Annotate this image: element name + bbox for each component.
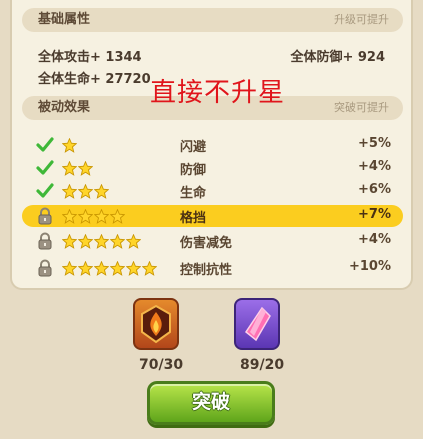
lock-icon [36,232,54,250]
star-icon [109,232,126,250]
effect-value: +4% [358,232,391,247]
star-icon [109,207,126,225]
effect-name: 闪避 [180,140,207,155]
star-icon [77,182,94,200]
purple-crystal-item[interactable] [234,298,280,350]
star-icon [77,232,94,250]
defense-stat: 全体防御+ 924 [290,50,385,65]
hp-stat: 全体生命+ 27720 [38,72,151,87]
base-attributes-hint: 升级可提升 [334,13,389,26]
star-icon [109,259,126,277]
effect-value: +10% [348,259,391,274]
attack-stat: 全体攻击+ 1344 [38,50,142,65]
star-icon [141,259,158,277]
effect-name: 格挡 [180,211,207,226]
base-attributes-title: 基础属性 [38,12,91,27]
effect-name: 伤害减免 [180,236,233,251]
effect-value: +5% [358,136,391,151]
star-icon [61,259,78,277]
effect-value: +7% [358,207,391,222]
lock-icon [36,207,54,225]
star-icon [61,159,78,177]
star-rating [61,159,94,177]
effect-value: +6% [358,182,391,197]
purple-crystal-icon [244,306,271,342]
star-rating [61,207,126,225]
star-icon [93,259,110,277]
star-rating [61,259,158,277]
star-rating [61,136,78,154]
breakthrough-button[interactable]: 突破 [147,381,275,425]
star-icon [93,232,110,250]
lock-icon [36,259,54,277]
star-icon [93,182,110,200]
passive-effect-row: 控制抗性 +10% [22,257,403,279]
fire-gem-count: 70/30 [139,357,184,373]
passive-effect-row: 闪避 +5% [22,134,403,156]
passive-effect-row: 伤害减免 +4% [22,230,403,252]
star-rating [61,232,142,250]
fire-gem-item[interactable] [133,298,179,350]
star-icon [77,159,94,177]
star-icon [125,232,142,250]
star-icon [61,232,78,250]
base-attributes-header: 基础属性 升级可提升 [22,8,403,32]
passive-effects-hint: 突破可提升 [334,101,389,114]
effect-name: 生命 [180,186,207,201]
check-icon [36,182,54,200]
star-icon [125,259,142,277]
check-icon [36,159,54,177]
star-icon [77,207,94,225]
star-icon [61,182,78,200]
check-icon [36,136,54,154]
star-icon [77,259,94,277]
attributes-panel: 基础属性 升级可提升 全体攻击+ 1344 全体防御+ 924 全体生命+ 27… [10,0,413,290]
fire-gem-icon [141,304,171,344]
star-rating [61,182,110,200]
overlay-caption: 直接不升星 [150,78,286,108]
effect-name: 控制抗性 [180,263,233,278]
passive-effects-title: 被动效果 [38,100,91,115]
star-icon [61,207,78,225]
passive-effect-row: 防御 +4% [22,157,403,179]
star-icon [61,136,78,154]
effect-name: 防御 [180,163,207,178]
purple-crystal-count: 89/20 [240,357,285,373]
effect-value: +4% [358,159,391,174]
passive-effect-row: 格挡 +7% [22,205,403,227]
star-icon [93,207,110,225]
passive-effect-row: 生命 +6% [22,180,403,202]
